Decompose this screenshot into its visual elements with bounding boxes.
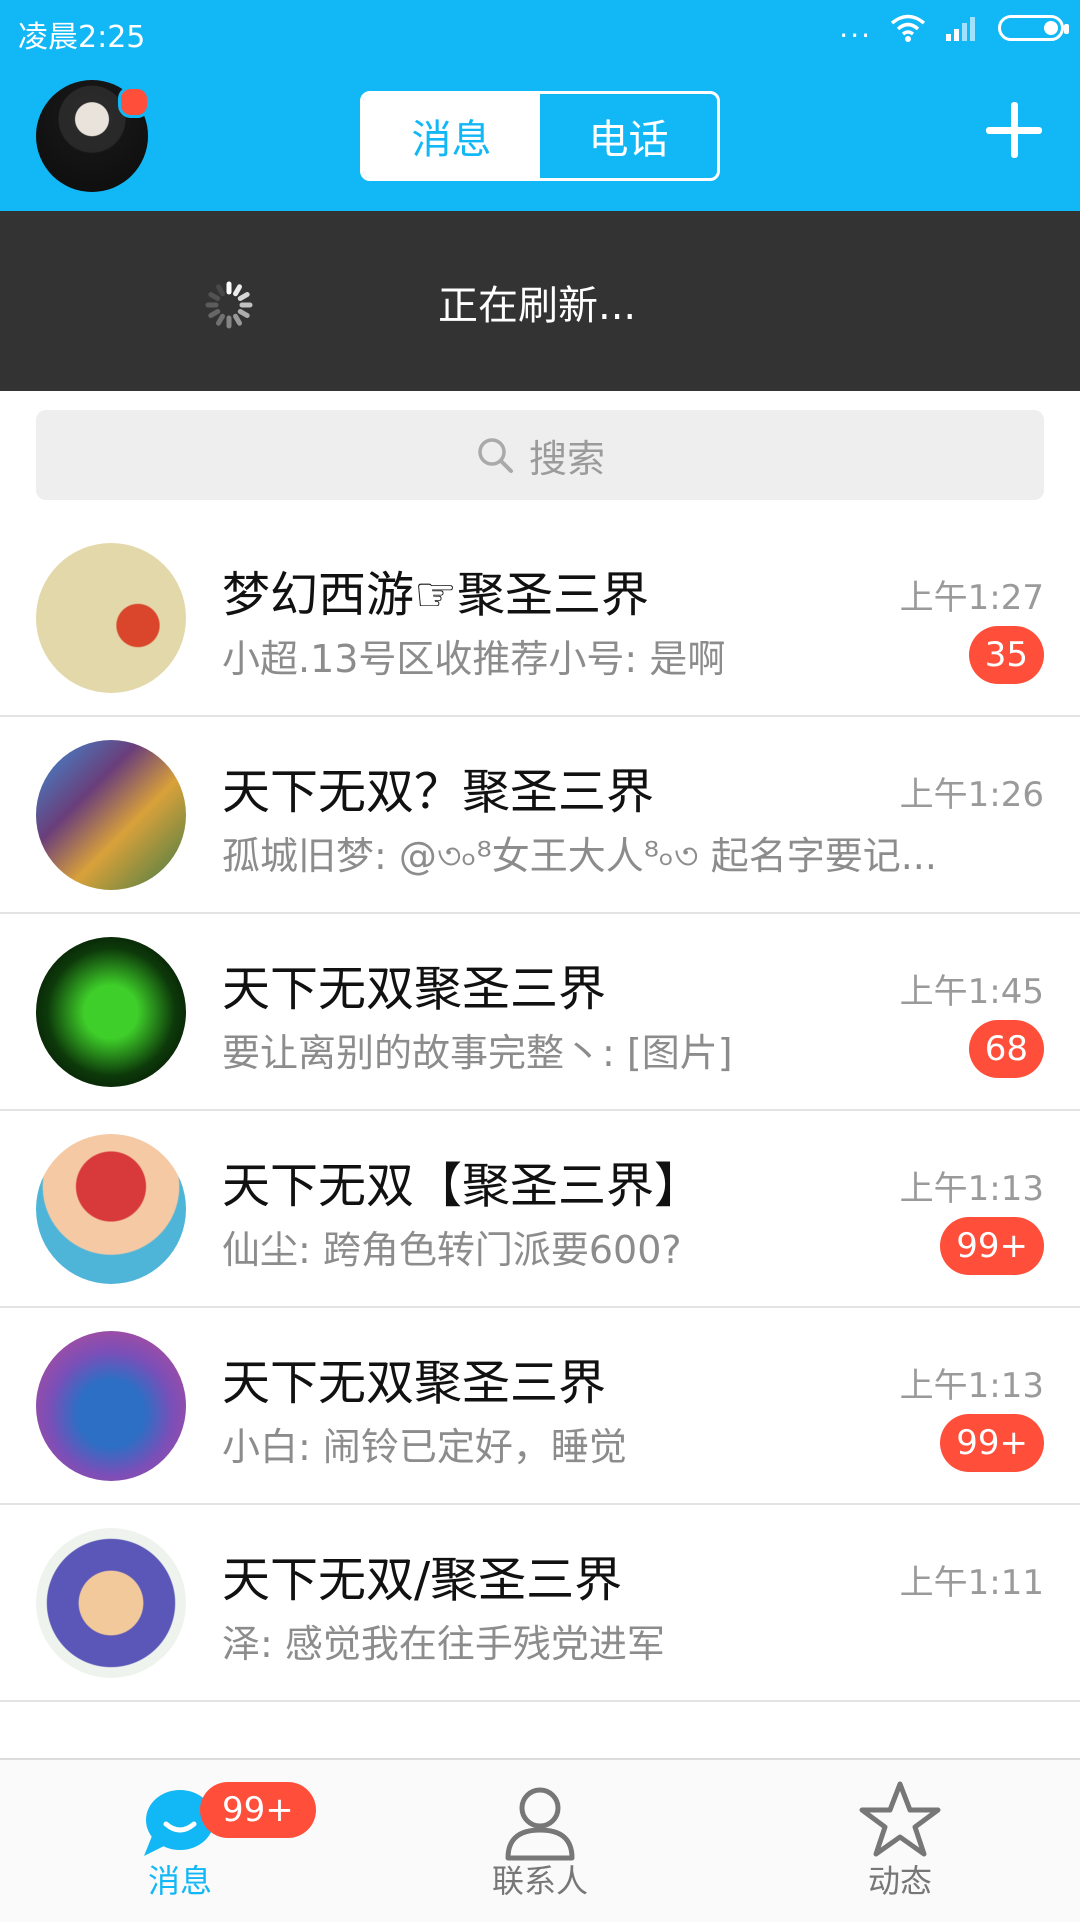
conversation-title: 天下无双/聚圣三界 — [222, 1552, 623, 1608]
conversation-row[interactable]: 天下无双聚圣三界 要让离别的故事完整丶: [图片] 上午1:45 68 — [0, 914, 1080, 1111]
conversation-preview: 仙尘: 跨角色转门派要600? — [222, 1228, 682, 1272]
tab-calls[interactable]: 电话 — [540, 94, 717, 178]
conversation-time: 上午1:45 — [899, 972, 1044, 1012]
nav-messages-label: 消息 — [147, 1862, 212, 1900]
group-avatar — [36, 1134, 186, 1284]
status-bar: 凌晨2:25 ... — [0, 0, 1080, 62]
group-avatar — [36, 740, 186, 890]
conversation-time: 上午1:11 — [899, 1563, 1044, 1603]
group-avatar — [36, 937, 186, 1087]
plus-icon[interactable] — [986, 102, 1042, 158]
nav-contacts-label: 联系人 — [491, 1862, 588, 1900]
conversation-row[interactable]: 天下无双【聚圣三界】 仙尘: 跨角色转门派要600? 上午1:13 99+ — [0, 1111, 1080, 1308]
status-icons: ... — [839, 11, 1069, 44]
my-avatar[interactable] — [36, 80, 150, 192]
search-placeholder: 搜索 — [528, 436, 605, 481]
refresh-banner: 正在刷新... — [0, 211, 1080, 391]
conversation-title: 天下无双？聚圣三界 — [222, 764, 655, 820]
group-avatar — [36, 543, 186, 693]
conversation-row[interactable]: 天下无双聚圣三界 小白: 闹铃已定好，睡觉 上午1:13 99+ — [0, 1308, 1080, 1505]
conversation-title: 天下无双聚圣三界 — [222, 1355, 607, 1411]
conversation-row-partial[interactable] — [0, 1702, 1080, 1762]
wifi-icon — [890, 14, 926, 42]
segmented-control: 消息 电话 — [360, 91, 720, 181]
conversation-title: 梦幻西游☞聚圣三界 — [222, 567, 650, 623]
nav-unread-badge: 99+ — [200, 1782, 316, 1838]
conversation-preview: 要让离别的故事完整丶: [图片] — [222, 1031, 733, 1075]
nav-contacts[interactable]: 联系人 — [440, 1772, 640, 1912]
conversation-title: 天下无双【聚圣三界】 — [222, 1158, 703, 1214]
signal-icon — [946, 17, 975, 41]
nav-feed[interactable]: 动态 — [800, 1772, 1000, 1912]
unread-badge: 99+ — [940, 1217, 1044, 1275]
battery-icon — [998, 15, 1069, 41]
conversation-preview: 小白: 闹铃已定好，睡觉 — [222, 1425, 627, 1469]
bottom-nav: 99+ 消息 联系人 动态 — [0, 1758, 1080, 1922]
unread-badge: 35 — [968, 626, 1044, 684]
unread-badge: 68 — [968, 1020, 1044, 1078]
conversation-row[interactable]: 天下无双？聚圣三界 孤城旧梦: @৩৹⁸女王大人⁸৹৩ 起名字要记... 上午1… — [0, 717, 1080, 914]
star-icon — [859, 1781, 941, 1857]
refresh-label: 正在刷新... — [438, 283, 637, 329]
spinner-icon — [205, 281, 253, 329]
group-avatar — [36, 1331, 186, 1481]
group-avatar — [36, 1528, 186, 1678]
more-dots-indicator: ... — [839, 11, 872, 44]
tab-messages[interactable]: 消息 — [363, 94, 540, 178]
conversation-time: 上午1:13 — [899, 1169, 1044, 1209]
conversation-time: 上午1:27 — [899, 578, 1044, 618]
person-icon — [505, 1787, 575, 1861]
conversation-time: 上午1:13 — [899, 1366, 1044, 1406]
conversation-time: 上午1:26 — [899, 775, 1044, 815]
conversation-preview: 孤城旧梦: @৩৹⁸女王大人⁸৹৩ 起名字要记... — [222, 834, 937, 878]
notification-dot — [118, 86, 150, 118]
conversation-row[interactable]: 梦幻西游☞聚圣三界 小超.13号区收推荐小号: 是啊 上午1:27 35 — [0, 520, 1080, 717]
nav-feed-label: 动态 — [867, 1862, 932, 1900]
header-bar: 消息 电话 — [0, 62, 1080, 211]
conversation-preview: 泽: 感觉我在往手残党进军 — [222, 1622, 665, 1666]
search-bar[interactable]: 搜索 — [36, 410, 1044, 500]
nav-messages[interactable]: 99+ 消息 — [80, 1772, 316, 1912]
unread-badge: 99+ — [940, 1414, 1044, 1472]
conversation-row[interactable]: 天下无双/聚圣三界 泽: 感觉我在往手残党进军 上午1:11 — [0, 1505, 1080, 1702]
conversation-list: 梦幻西游☞聚圣三界 小超.13号区收推荐小号: 是啊 上午1:27 35 天下无… — [0, 520, 1080, 1762]
status-time: 凌晨2:25 — [18, 20, 146, 55]
search-icon — [478, 438, 513, 473]
conversation-preview: 小超.13号区收推荐小号: 是啊 — [222, 637, 726, 681]
conversation-title: 天下无双聚圣三界 — [222, 961, 607, 1017]
